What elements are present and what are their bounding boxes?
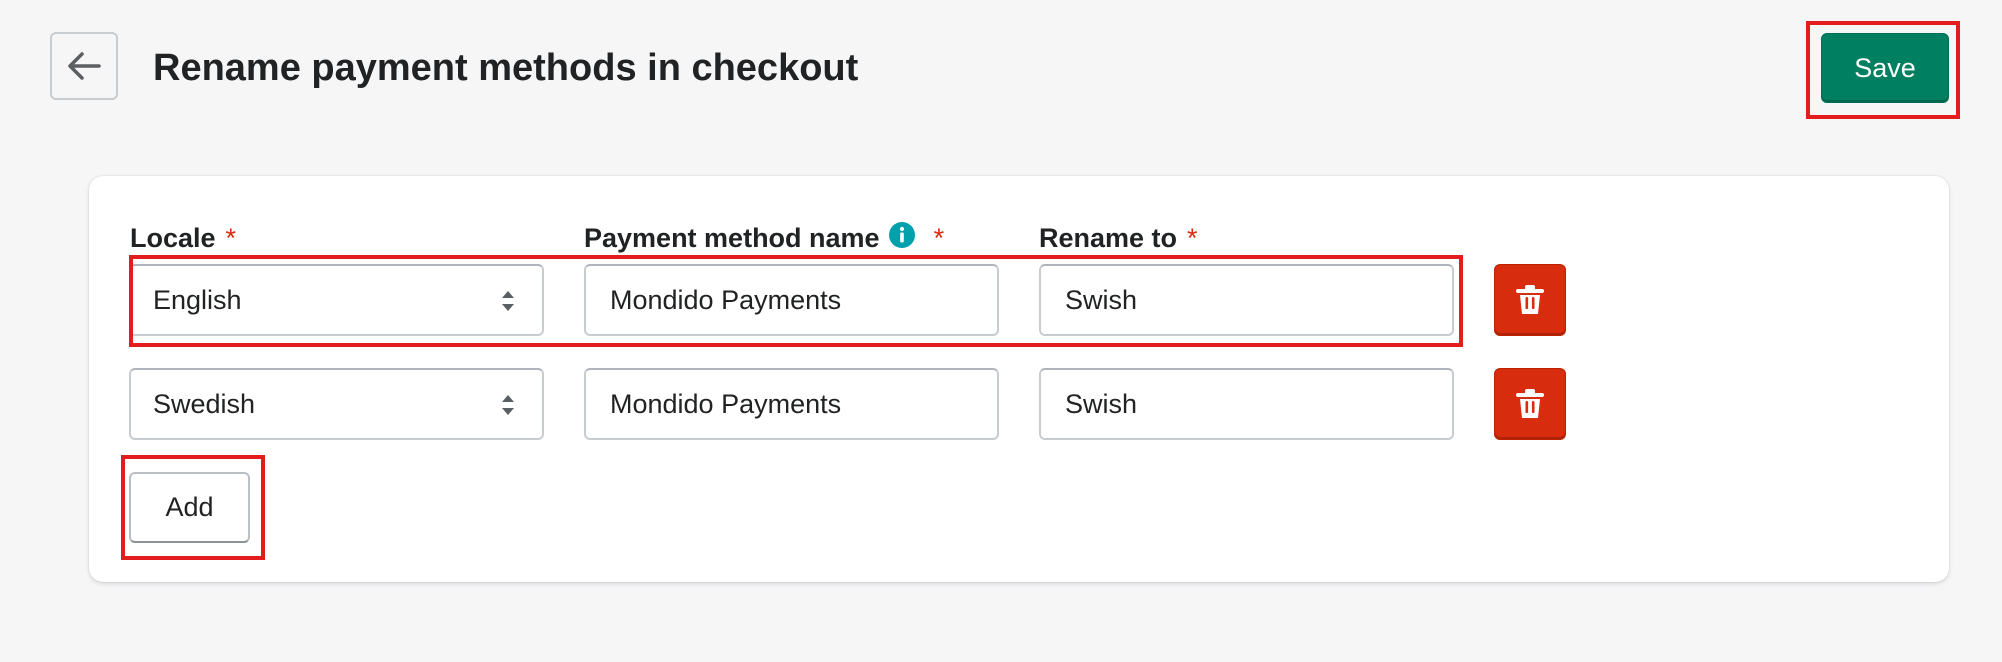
back-button[interactable] bbox=[50, 32, 118, 100]
payment-method-name-input[interactable]: Mondido Payments bbox=[584, 368, 999, 440]
select-arrows-icon bbox=[502, 395, 514, 415]
arrow-left-icon bbox=[68, 52, 101, 80]
locale-label-text: Locale bbox=[130, 223, 216, 253]
info-icon[interactable] bbox=[888, 221, 916, 249]
rename-to-input[interactable]: Swish bbox=[1039, 368, 1454, 440]
payment-method-name-value: Mondido Payments bbox=[610, 388, 842, 419]
rename-to-column-label: Rename to * bbox=[1039, 221, 1198, 255]
required-marker: * bbox=[933, 223, 945, 253]
required-marker: * bbox=[1187, 223, 1198, 253]
first-row-highlight-box bbox=[129, 255, 1463, 347]
save-button[interactable]: Save bbox=[1821, 33, 1949, 103]
payment-method-name-label-text: Payment method name bbox=[584, 223, 880, 253]
locale-select[interactable]: Swedish bbox=[129, 368, 544, 440]
locale-column-label: Locale * bbox=[130, 221, 236, 255]
delete-row-button[interactable] bbox=[1494, 264, 1566, 336]
locale-select-value: Swedish bbox=[153, 388, 256, 419]
add-row-button[interactable]: Add bbox=[129, 472, 250, 543]
payment-method-name-column-label: Payment method name * bbox=[584, 221, 944, 255]
rename-to-label-text: Rename to bbox=[1039, 223, 1178, 253]
page-title: Rename payment methods in checkout bbox=[153, 47, 859, 89]
trash-icon bbox=[1516, 389, 1544, 418]
delete-row-button[interactable] bbox=[1494, 368, 1566, 440]
required-marker: * bbox=[225, 223, 237, 253]
trash-icon bbox=[1516, 285, 1544, 314]
rename-to-value: Swish bbox=[1065, 388, 1138, 419]
